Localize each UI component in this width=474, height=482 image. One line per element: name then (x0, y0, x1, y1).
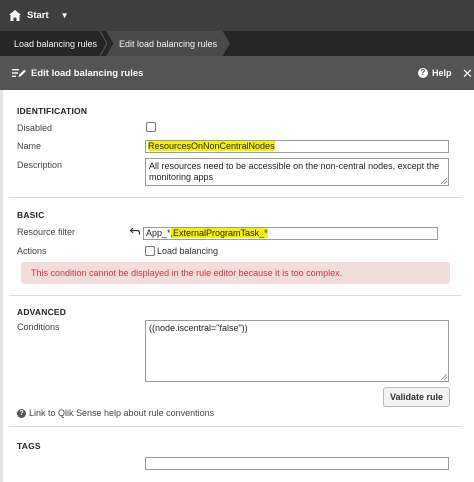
section-divider (9, 197, 461, 198)
description-label: Description (17, 160, 63, 170)
load-balancing-checkbox[interactable] (145, 246, 155, 256)
top-bar: Start ▼ (0, 0, 474, 31)
panel-header: Edit load balancing rules ? Help ✕ (0, 56, 474, 90)
edit-list-icon (12, 69, 26, 77)
start-label: Start (27, 10, 49, 21)
question-circle-icon: ? (17, 408, 26, 418)
actions-label: Actions (17, 246, 47, 256)
conditions-label: Conditions (17, 322, 60, 332)
identification-heading: IDENTIFICATION (17, 106, 88, 116)
disabled-checkbox[interactable] (146, 122, 156, 132)
resource-filter-label: Resource filter (17, 227, 76, 237)
breadcrumb-load-balancing-rules[interactable]: Load balancing rules (14, 31, 97, 56)
help-link-label: Link to Qlik Sense help about rule conve… (29, 408, 215, 418)
help-icon: ? (418, 68, 428, 78)
help-button[interactable]: ? Help (418, 68, 452, 78)
description-textarea[interactable]: All resources need to be accessible on t… (145, 158, 449, 186)
tags-input[interactable] (145, 457, 449, 470)
disabled-label: Disabled (17, 123, 53, 133)
name-value: ResourcesOnNonCentralNodes (148, 141, 275, 151)
breadcrumb-separator-icon (99, 31, 108, 56)
help-label: Help (432, 68, 452, 78)
breadcrumb: Load balancing rules Edit load balancing… (0, 31, 474, 56)
left-border (0, 90, 3, 482)
description-value: All resources need to be accessible on t… (149, 161, 440, 182)
tags-heading: TAGS (17, 441, 41, 451)
panel-title: Edit load balancing rules (31, 67, 144, 79)
close-icon[interactable]: ✕ (462, 66, 473, 82)
resize-grip-icon[interactable] (441, 374, 447, 380)
load-balancing-label: Load balancing (157, 246, 219, 256)
caret-down-icon[interactable]: ▼ (61, 11, 69, 20)
complex-condition-error: This condition cannot be displayed in th… (21, 262, 450, 284)
undo-icon[interactable] (130, 227, 140, 235)
rule-conventions-help-link[interactable]: ? Link to Qlik Sense help about rule con… (17, 408, 214, 418)
resource-filter-value-b: ,ExternalProgramTask_* (170, 228, 268, 238)
conditions-value: ((node.iscentral="false")) (149, 323, 248, 333)
name-label: Name (17, 141, 42, 151)
resource-filter-input[interactable]: App_*,ExternalProgramTask_* (143, 227, 438, 240)
breadcrumb-edit-load-balancing-rules[interactable]: Edit load balancing rules (106, 31, 230, 56)
resize-grip-icon[interactable] (441, 178, 447, 184)
start-button[interactable]: Start ▼ (9, 10, 69, 21)
advanced-heading: ADVANCED (17, 307, 67, 317)
section-divider (9, 295, 461, 296)
basic-heading: BASIC (17, 210, 45, 220)
home-icon (9, 10, 21, 21)
section-divider (9, 426, 461, 427)
conditions-textarea[interactable]: ((node.iscentral="false")) (145, 320, 449, 382)
resource-filter-value-a: App_* (146, 228, 171, 238)
validate-rule-button[interactable]: Validate rule (383, 387, 450, 407)
name-input[interactable]: ResourcesOnNonCentralNodes (145, 140, 449, 153)
